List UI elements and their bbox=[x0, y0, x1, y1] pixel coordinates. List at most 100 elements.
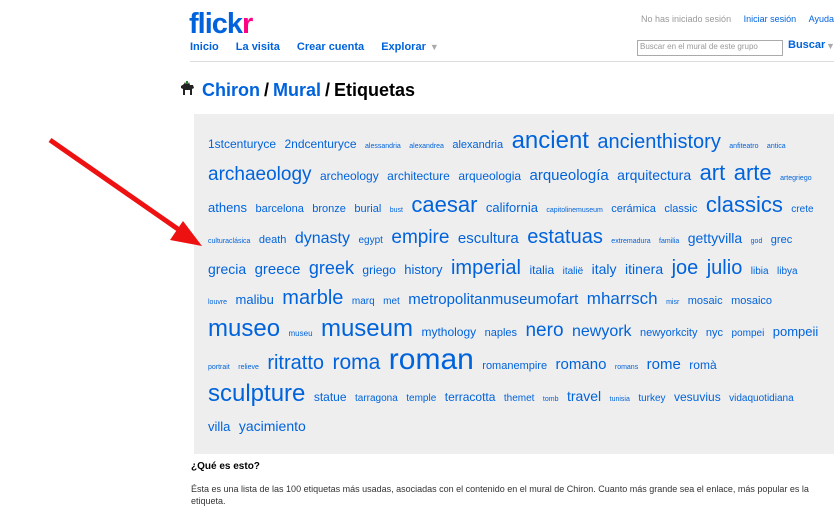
tag-link[interactable]: alessandria bbox=[365, 143, 401, 150]
help-link[interactable]: Ayuda bbox=[809, 14, 834, 24]
tag-link[interactable]: egypt bbox=[358, 235, 382, 246]
tag-link[interactable]: athens bbox=[208, 200, 247, 215]
tag-link[interactable]: capitolinemuseum bbox=[546, 207, 602, 214]
tag-link[interactable]: empire bbox=[391, 227, 449, 248]
nav-explorar[interactable]: Explorar bbox=[381, 41, 426, 53]
tag-link[interactable]: greece bbox=[255, 261, 301, 278]
tag-link[interactable]: caesar bbox=[411, 192, 477, 217]
tag-link[interactable]: portrait bbox=[208, 364, 230, 371]
tag-link[interactable]: arte bbox=[734, 160, 772, 185]
tag-link[interactable]: nyc bbox=[706, 327, 723, 339]
tag-link[interactable]: museo bbox=[208, 315, 280, 342]
tag-link[interactable]: tomb bbox=[543, 396, 559, 403]
tag-link[interactable]: romans bbox=[615, 364, 638, 371]
tag-link[interactable]: met bbox=[383, 296, 400, 307]
search-dropdown-icon[interactable]: ▼ bbox=[826, 41, 834, 51]
tag-link[interactable]: imperial bbox=[451, 257, 521, 279]
tag-link[interactable]: italia bbox=[529, 263, 554, 277]
nav-la-visita[interactable]: La visita bbox=[236, 41, 280, 53]
tag-link[interactable]: 1stcenturyce bbox=[208, 137, 276, 151]
tag-link[interactable]: mosaico bbox=[731, 295, 772, 307]
tag-link[interactable]: marble bbox=[282, 287, 343, 309]
nav-crear-cuenta[interactable]: Crear cuenta bbox=[297, 41, 364, 53]
tag-link[interactable]: newyork bbox=[572, 323, 632, 340]
tag-link[interactable]: yacimiento bbox=[239, 418, 306, 434]
tag-link[interactable]: arqueología bbox=[529, 167, 608, 184]
tag-link[interactable]: turkey bbox=[638, 393, 665, 404]
tag-link[interactable]: culturaclásica bbox=[208, 238, 250, 245]
tag-link[interactable]: archeology bbox=[320, 169, 379, 183]
tag-link[interactable]: familia bbox=[659, 238, 679, 245]
tag-link[interactable]: cerámica bbox=[611, 203, 656, 215]
tag-link[interactable]: sculpture bbox=[208, 380, 305, 407]
tag-link[interactable]: tunisia bbox=[610, 396, 630, 403]
tag-link[interactable]: vesuvius bbox=[674, 390, 721, 404]
tag-link[interactable]: libia bbox=[751, 266, 769, 277]
tag-link[interactable]: escultura bbox=[458, 230, 519, 247]
tag-link[interactable]: itinera bbox=[625, 261, 663, 277]
tag-link[interactable]: museum bbox=[321, 315, 413, 342]
tag-link[interactable]: art bbox=[700, 160, 726, 185]
tag-link[interactable]: metropolitanmuseumofart bbox=[408, 291, 578, 308]
tag-link[interactable]: grec bbox=[771, 234, 792, 246]
nav-inicio[interactable]: Inicio bbox=[190, 41, 219, 53]
tag-link[interactable]: roma bbox=[332, 351, 380, 374]
breadcrumb-mural[interactable]: Mural bbox=[273, 80, 321, 100]
search-input[interactable]: Buscar en el mural de este grupo bbox=[637, 40, 783, 56]
tag-link[interactable]: malibu bbox=[236, 292, 274, 307]
tag-link[interactable]: anfiteatro bbox=[729, 143, 758, 150]
tag-link[interactable]: barcelona bbox=[256, 203, 304, 215]
tag-link[interactable]: god bbox=[751, 238, 763, 245]
tag-link[interactable]: misr bbox=[666, 299, 679, 306]
tag-link[interactable]: museu bbox=[289, 329, 313, 338]
tag-link[interactable]: libya bbox=[777, 266, 798, 277]
tag-link[interactable]: mharrsch bbox=[587, 289, 658, 308]
tag-link[interactable]: themet bbox=[504, 393, 535, 404]
tag-link[interactable]: roman bbox=[389, 343, 474, 376]
explorar-dropdown-icon[interactable]: ▼ bbox=[430, 42, 439, 52]
tag-link[interactable]: vidaquotidiana bbox=[729, 393, 794, 404]
tag-link[interactable]: nero bbox=[525, 320, 563, 341]
tag-link[interactable]: relieve bbox=[238, 364, 259, 371]
tag-link[interactable]: pompeii bbox=[773, 324, 819, 339]
tag-link[interactable]: history bbox=[404, 262, 442, 277]
tag-link[interactable]: alexandrea bbox=[409, 143, 444, 150]
tag-link[interactable]: louvre bbox=[208, 299, 227, 306]
tag-link[interactable]: newyorkcity bbox=[640, 327, 697, 339]
tag-link[interactable]: ritratto bbox=[267, 352, 324, 374]
flickr-logo[interactable]: flickr bbox=[189, 10, 253, 39]
tag-link[interactable]: arqueologia bbox=[458, 169, 521, 183]
tag-link[interactable]: grecia bbox=[208, 261, 246, 277]
tag-link[interactable]: naples bbox=[485, 327, 517, 339]
tag-link[interactable]: mythology bbox=[421, 325, 476, 339]
tag-link[interactable]: ancienthistory bbox=[597, 131, 720, 153]
tag-link[interactable]: rome bbox=[647, 356, 681, 373]
tag-link[interactable]: extremadura bbox=[611, 238, 650, 245]
tag-link[interactable]: classic bbox=[664, 203, 697, 215]
tag-link[interactable]: burial bbox=[354, 203, 381, 215]
tag-link[interactable]: mosaic bbox=[688, 295, 723, 307]
tag-link[interactable]: ancient bbox=[512, 127, 589, 154]
tag-link[interactable]: 2ndcenturyce bbox=[285, 137, 357, 151]
tag-link[interactable]: romanempire bbox=[482, 360, 547, 372]
tag-link[interactable]: bronze bbox=[312, 203, 346, 215]
tag-link[interactable]: julio bbox=[707, 257, 743, 279]
tag-link[interactable]: romà bbox=[689, 358, 716, 372]
login-link[interactable]: Iniciar sesión bbox=[744, 14, 797, 24]
tag-link[interactable]: terracotta bbox=[445, 390, 496, 404]
tag-link[interactable]: marq bbox=[352, 296, 375, 307]
tag-link[interactable]: tarragona bbox=[355, 393, 398, 404]
tag-link[interactable]: travel bbox=[567, 388, 601, 404]
tag-link[interactable]: artegriego bbox=[780, 175, 812, 182]
tag-link[interactable]: death bbox=[259, 234, 287, 246]
tag-link[interactable]: architecture bbox=[387, 169, 450, 183]
tag-link[interactable]: romano bbox=[556, 356, 607, 373]
tag-link[interactable]: estatuas bbox=[527, 226, 603, 248]
tag-link[interactable]: archaeology bbox=[208, 164, 312, 185]
tag-link[interactable]: greek bbox=[309, 258, 354, 278]
tag-link[interactable]: antica bbox=[767, 143, 786, 150]
tag-link[interactable]: pompei bbox=[732, 328, 765, 339]
tag-link[interactable]: joe bbox=[672, 257, 699, 279]
tag-link[interactable]: arquitectura bbox=[617, 167, 691, 183]
search-button[interactable]: Buscar bbox=[788, 39, 825, 51]
